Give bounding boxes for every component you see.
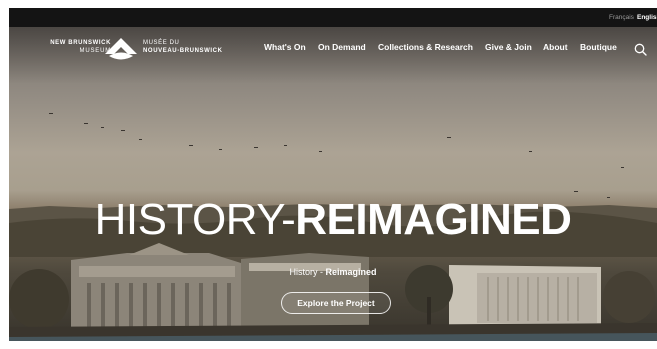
logo-french-line2: NOUVEAU-BRUNSWICK bbox=[143, 47, 223, 54]
hero-headline-part2: REIMAGINED bbox=[295, 195, 572, 244]
logo-english-text[interactable]: NEW BRUNSWICK MUSEUM bbox=[26, 40, 111, 55]
nav-item-collections-research[interactable]: Collections & Research bbox=[378, 42, 473, 53]
language-bar: Français English bbox=[9, 8, 657, 27]
language-english-link[interactable]: English bbox=[637, 13, 657, 22]
logo-english-line1: NEW BRUNSWICK bbox=[50, 40, 111, 46]
nav-item-about[interactable]: About bbox=[543, 42, 568, 53]
explore-project-button[interactable]: Explore the Project bbox=[281, 292, 391, 314]
browser-viewport: Français English bbox=[9, 8, 657, 341]
logo-french-line1: MUSÉE DU bbox=[143, 40, 180, 46]
hero-subtitle: History - Reimagined bbox=[9, 266, 657, 278]
nav-item-whats-on[interactable]: What's On bbox=[264, 42, 306, 53]
nav-item-give-join[interactable]: Give & Join bbox=[485, 42, 532, 53]
nav-item-boutique[interactable]: Boutique bbox=[580, 42, 617, 53]
hero-subtitle-part1: History - bbox=[289, 267, 326, 277]
hero-headline: HISTORY-REIMAGINED bbox=[9, 195, 657, 245]
logo-french-text[interactable]: MUSÉE DU NOUVEAU-BRUNSWICK bbox=[143, 40, 223, 55]
museum-logo-mark-icon[interactable] bbox=[104, 36, 138, 64]
language-french-link[interactable]: Français bbox=[609, 13, 634, 22]
hero-headline-part1: HISTORY- bbox=[94, 195, 296, 244]
search-icon[interactable] bbox=[634, 43, 647, 56]
hero-subtitle-part2: Reimagined bbox=[325, 267, 377, 277]
nav-item-on-demand[interactable]: On Demand bbox=[318, 42, 366, 53]
logo-english-line2: MUSEUM bbox=[79, 47, 111, 54]
